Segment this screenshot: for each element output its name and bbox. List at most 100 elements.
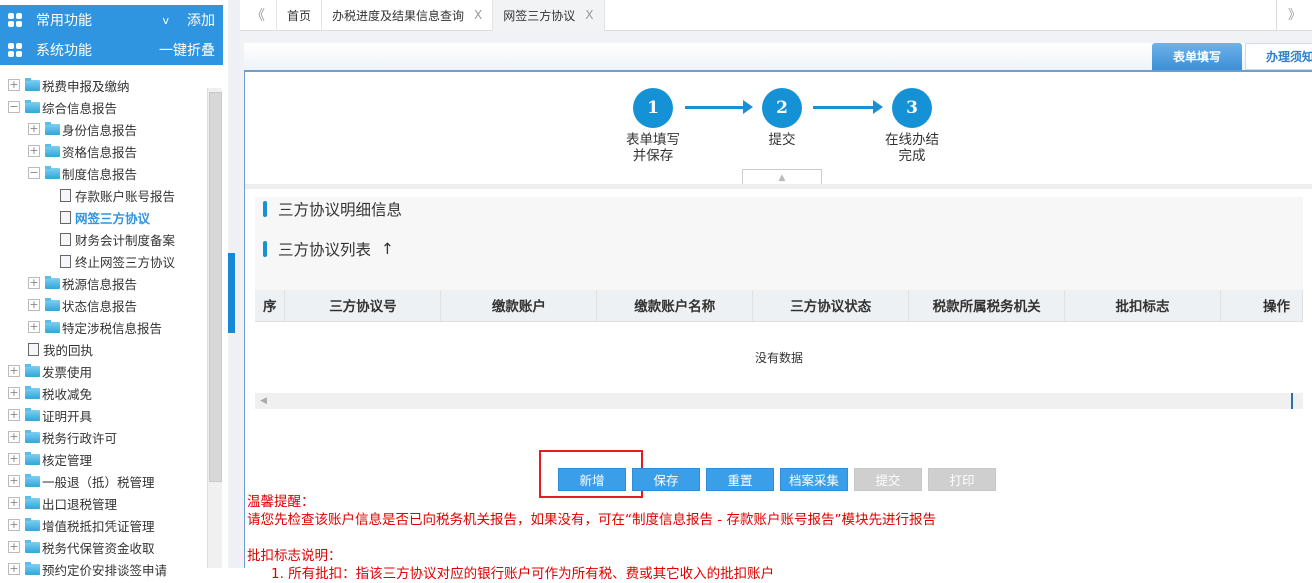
common-functions-header[interactable]: 常用功能 v 添加: [0, 5, 223, 35]
expand-icon[interactable]: +: [8, 475, 20, 487]
arrow-right-icon: [685, 100, 753, 114]
expand-icon[interactable]: +: [8, 497, 20, 509]
collapse-icon[interactable]: −: [28, 167, 40, 179]
tree-item[interactable]: + 税收减免: [0, 382, 206, 404]
action-button-2[interactable]: 重置: [706, 468, 774, 491]
tree-item[interactable]: + 证明开具: [0, 404, 206, 426]
tree-item-label: 出口退税管理: [42, 496, 118, 512]
folder-icon: [25, 407, 40, 421]
tree-item[interactable]: − 综合信息报告: [0, 96, 206, 118]
tree-item[interactable]: + 身份信息报告: [0, 118, 206, 140]
collapse-icon[interactable]: −: [8, 101, 20, 113]
tab-home[interactable]: 首页: [276, 0, 321, 31]
add-button[interactable]: 添加: [187, 10, 215, 30]
collapse-all-button[interactable]: 一键折叠: [159, 40, 215, 60]
expand-icon[interactable]: +: [8, 365, 20, 377]
folder-icon: [45, 143, 60, 157]
tab-instructions[interactable]: 办理须知: [1245, 43, 1312, 70]
tree-item[interactable]: + 核定管理: [0, 448, 206, 470]
expand-icon[interactable]: +: [28, 277, 40, 289]
tree-item[interactable]: 网签三方协议: [0, 206, 206, 228]
step-label: 提交: [768, 132, 796, 148]
scrollbar-thumb[interactable]: [209, 92, 222, 482]
step-label: 并保存: [632, 148, 674, 164]
tree-item-label: 身份信息报告: [62, 122, 138, 138]
tree-item[interactable]: + 出口退税管理: [0, 492, 206, 514]
tree-item[interactable]: + 增值税抵扣凭证管理: [0, 514, 206, 536]
tree-item[interactable]: + 发票使用: [0, 360, 206, 382]
expand-icon[interactable]: +: [8, 563, 20, 575]
tree-item[interactable]: 存款账户账号报告: [0, 184, 206, 206]
section-title-text: 三方协议列表: [278, 241, 372, 259]
action-button-1[interactable]: 保存: [632, 468, 700, 491]
tree-item[interactable]: − 制度信息报告: [0, 162, 206, 184]
step-number: 3: [892, 88, 932, 128]
expand-icon[interactable]: +: [8, 453, 20, 465]
tabs-next-button[interactable]: 》: [1276, 0, 1312, 31]
close-icon[interactable]: X: [474, 8, 482, 22]
tree-item[interactable]: + 特定涉税信息报告: [0, 316, 206, 338]
agreement-section: 三方协议明细信息 三方协议列表 ↑ 序三方协议号 缴款账户 缴款账户名称 三方协议状态税…: [255, 197, 1303, 409]
expand-icon[interactable]: +: [28, 299, 40, 311]
chevron-down-icon[interactable]: v: [162, 14, 169, 27]
system-functions-header[interactable]: 系统功能 一键折叠: [0, 35, 223, 65]
main-content: 《 首页 办税进度及结果信息查询 X 网签三方协议 X 》 表单填写 办理须知 1 表…: [240, 0, 1312, 582]
tree-item[interactable]: + 状态信息报告: [0, 294, 206, 316]
step-label: 在线办结: [885, 132, 939, 148]
expand-icon[interactable]: +: [8, 431, 20, 443]
agreement-table: 序三方协议号 缴款账户 缴款账户名称 三方协议状态 税款所属税务机关 批扣标志 操作: [255, 290, 1303, 322]
expand-icon[interactable]: +: [8, 519, 20, 531]
tree-item[interactable]: 我的回执: [0, 338, 206, 360]
section-title-list[interactable]: 三方协议列表 ↑: [263, 238, 394, 260]
tree-item[interactable]: + 税费申报及缴纳: [0, 74, 206, 96]
tree-item[interactable]: + 税务代保管资金收取: [0, 536, 206, 558]
tree-item[interactable]: + 税源信息报告: [0, 272, 206, 294]
tab-tripartite-agreement[interactable]: 网签三方协议 X: [492, 0, 605, 31]
expand-icon[interactable]: +: [28, 321, 40, 333]
sidebar-scrollbar[interactable]: [207, 88, 222, 568]
arrow-up-icon[interactable]: ↑: [381, 240, 394, 258]
collapse-steps-button[interactable]: ▲: [742, 169, 822, 185]
expand-icon[interactable]: +: [8, 387, 20, 399]
expand-icon[interactable]: +: [28, 123, 40, 135]
expand-icon[interactable]: +: [8, 409, 20, 421]
divider: [245, 184, 1312, 189]
folder-icon: [25, 561, 40, 575]
function-tree: + 税费申报及缴纳 − 综合信息报告 + 身份信息报告 + 资格信息报告 − 制度信息报告 存款账户…: [0, 74, 206, 580]
expand-icon[interactable]: +: [28, 145, 40, 157]
tree-item-label: 税收减免: [42, 386, 93, 402]
grid-icon: [8, 13, 22, 27]
tab-form-fill[interactable]: 表单填写: [1152, 43, 1242, 70]
tree-item[interactable]: + 预约定价安排谈签申请: [0, 558, 206, 580]
folder-icon: [45, 319, 60, 333]
sidebar-collapse-handle[interactable]: [228, 253, 235, 333]
tree-item[interactable]: + 税务行政许可: [0, 426, 206, 448]
tree-item[interactable]: 财务会计制度备案: [0, 228, 206, 250]
folder-icon: [45, 165, 60, 179]
tips-text: 请您先检查该账户信息是否已向税务机关报告，如果没有，可在“制度信息报告 - 存款…: [247, 512, 936, 528]
folder-icon: [25, 385, 40, 399]
expand-icon[interactable]: +: [8, 541, 20, 553]
tree-item[interactable]: + 资格信息报告: [0, 140, 206, 162]
tree-item-label: 网签三方协议: [75, 210, 151, 226]
tree-item[interactable]: 终止网签三方协议: [0, 250, 206, 272]
empty-message: 没有数据: [255, 322, 1303, 394]
tree-item-label: 特定涉税信息报告: [62, 320, 163, 336]
action-button-3[interactable]: 档案采集: [780, 468, 848, 491]
tree-item-label: 预约定价安排谈签申请: [42, 562, 168, 578]
tabs-prev-button[interactable]: 《: [240, 5, 276, 25]
expand-icon[interactable]: +: [8, 79, 20, 91]
tree-item-label: 我的回执: [43, 342, 94, 358]
step-number: 2: [762, 88, 802, 128]
tab-progress-query[interactable]: 办税进度及结果信息查询 X: [321, 0, 492, 31]
section-title-text: 三方协议明细信息: [278, 201, 403, 219]
tab-label: 办税进度及结果信息查询: [332, 8, 465, 23]
column-header: 税款所属税务机关: [908, 290, 1066, 322]
tree-item-label: 发票使用: [42, 364, 93, 380]
horizontal-scrollbar[interactable]: ◀: [255, 393, 1303, 409]
close-icon[interactable]: X: [585, 8, 593, 22]
tree-item[interactable]: + 一般退（抵）税管理: [0, 470, 206, 492]
folder-icon: [45, 121, 60, 135]
action-button-0[interactable]: 新增: [558, 468, 626, 491]
folder-icon: [25, 99, 40, 113]
